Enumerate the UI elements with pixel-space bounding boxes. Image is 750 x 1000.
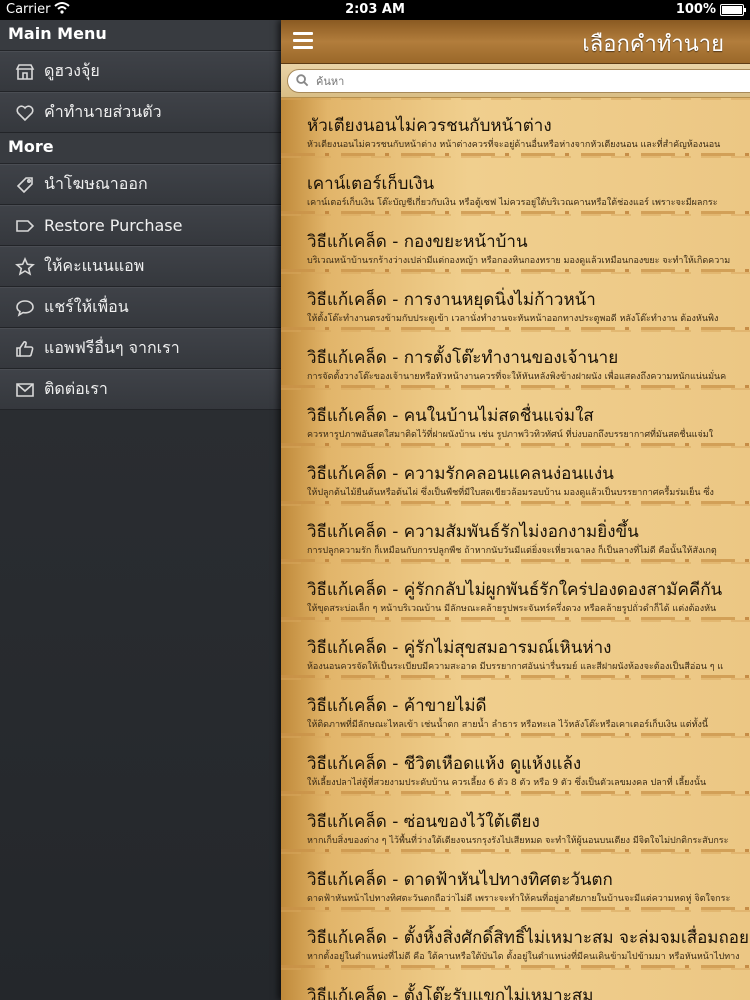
list-item-title: วิธีแก้เคล็ด - ค้าขายไม่ดี — [307, 696, 487, 716]
sidebar-item-share[interactable]: แชร์ให้เพื่อน — [0, 287, 281, 328]
list-item-subtitle: บริเวณหน้าบ้านรกร้างว่างเปล่ามีแต่กองหญ้… — [307, 256, 731, 266]
navigation-bar: เลือกคำทำนาย — [281, 20, 750, 64]
list-item-subtitle: หากเก็บสิ่งของต่าง ๆ ไว้พื้นที่ว่างใต้เต… — [307, 836, 729, 846]
list-item[interactable]: วิธีแก้เคล็ด - กองขยะหน้าบ้านบริเวณหน้าบ… — [281, 214, 750, 272]
sidebar-item-feng-shui[interactable]: ดูฮวงจุ้ย — [0, 51, 281, 92]
tag-icon — [14, 174, 36, 196]
list-item-subtitle: ให้เลี้ยงปลาไส่ตู้ที่สวยงามประดับบ้าน คว… — [307, 778, 707, 788]
heart-icon — [14, 102, 36, 124]
list-item-subtitle: การจัดตั้งวางโต๊ะของเจ้านายหรือหัวหน้างา… — [307, 372, 727, 382]
main-panel: เลือกคำทำนาย หัวเตียงนอนไม่ควรชนกับหน้าต… — [281, 20, 750, 1000]
list-item-title: วิธีแก้เคล็ด - ตั้งหิ้งสิ่งศักดิ์สิทธิ์ไ… — [307, 928, 749, 948]
list-item-title: วิธีแก้เคล็ด - คู่รักไม่สุขสมอารมณ์เหินห… — [307, 638, 612, 658]
list-item[interactable]: วิธีแก้เคล็ด - คู่รักไม่สุขสมอารมณ์เหินห… — [281, 620, 750, 678]
list-item-subtitle: การปลูกความรัก ก็เหมือนกับการปลูกพืช ถ้า… — [307, 546, 717, 556]
search-icon — [296, 74, 309, 87]
list-item[interactable]: วิธีแก้เคล็ด - ซ่อนของไว้ใต้เตียงหากเก็บ… — [281, 794, 750, 852]
more-header: More — [0, 133, 281, 164]
sidebar-item-rate-app[interactable]: ให้คะแนนแอพ — [0, 246, 281, 287]
list-item[interactable]: วิธีแก้เคล็ด - ชีวิตเหือดแห้ง ดูแห้งแล้ง… — [281, 736, 750, 794]
list-item-title: วิธีแก้เคล็ด - ซ่อนของไว้ใต้เตียง — [307, 812, 540, 832]
list-item[interactable]: วิธีแก้เคล็ด - ความรักคลอนแคลนง่อนแง่นให… — [281, 446, 750, 504]
sidebar-item-remove-ads[interactable]: นำโฆษณาออก — [0, 164, 281, 205]
thumbs-up-icon — [14, 338, 36, 360]
list-item[interactable]: วิธีแก้เคล็ด - การงานหยุดนิ่งไม่ก้าวหน้า… — [281, 272, 750, 330]
main-menu-header: Main Menu — [0, 20, 281, 51]
star-icon — [14, 256, 36, 278]
sidebar-item-label: นำโฆษณาออก — [44, 174, 148, 193]
list-item-subtitle: หัวเตียงนอนไม่ควรชนกับหน้าต่าง หน้าต่างค… — [307, 140, 721, 150]
list-item-title: วิธีแก้เคล็ด - คู่รักกลับไม่ผูกพันธ์รักใ… — [307, 580, 723, 600]
sidebar-item-label: คำทำนายส่วนตัว — [44, 102, 162, 121]
list-item-title: วิธีแก้เคล็ด - ตั้งโต๊ะรับแขกไม่เหมาะสม — [307, 986, 594, 1000]
list-item[interactable]: วิธีแก้เคล็ด - ตั้งหิ้งสิ่งศักดิ์สิทธิ์ไ… — [281, 910, 750, 968]
list-item-title: วิธีแก้เคล็ด - ความสัมพันธ์รักไม่งอกงามย… — [307, 522, 639, 542]
page-title: เลือกคำทำนาย — [582, 32, 724, 57]
sidebar-item-contact[interactable]: ติดต่อเรา — [0, 369, 281, 410]
prediction-list: หัวเตียงนอนไม่ควรชนกับหน้าต่างหัวเตียงนอ… — [281, 98, 750, 1000]
clock: 2:03 AM — [345, 2, 405, 17]
battery-icon — [720, 4, 746, 16]
sidebar-item-other-apps[interactable]: แอพฟรีอื่นๆ จากเรา — [0, 328, 281, 369]
list-item-title: หัวเตียงนอนไม่ควรชนกับหน้าต่าง — [307, 116, 552, 136]
list-item-title: วิธีแก้เคล็ด - คนในบ้านไม่สดชื่นแจ่มใส — [307, 406, 594, 426]
list-item-subtitle: ให้ติดภาพที่มีลักษณะไหลเข้า เช่นน้ำตก สา… — [307, 720, 709, 730]
sidebar-item-restore-purchase[interactable]: Restore Purchase — [0, 205, 281, 246]
list-item-title: วิธีแก้เคล็ด - การงานหยุดนิ่งไม่ก้าวหน้า — [307, 290, 596, 310]
envelope-icon — [14, 379, 36, 401]
list-item-title: เคาน์เตอร์เก็บเงิน — [307, 174, 435, 194]
list-item-title: วิธีแก้เคล็ด - กองขยะหน้าบ้าน — [307, 232, 528, 252]
sidebar-item-label: แชร์ให้เพื่อน — [44, 297, 129, 316]
list-item-subtitle: ให้ปลูกต้นไม้ยืนต้นหรือต้นไผ่ ซึ่งเป็นพื… — [307, 488, 714, 498]
battery-percent: 100% — [675, 2, 716, 17]
list-item[interactable]: วิธีแก้เคล็ด - ความสัมพันธ์รักไม่งอกงามย… — [281, 504, 750, 562]
search-input[interactable] — [314, 72, 718, 90]
status-bar: Carrier 2:03 AM 100% — [0, 0, 750, 20]
list-item-subtitle: ดาดฟ้าหันหน้าไปทางทิศตะวันตกถือว่าไม่ดี … — [307, 894, 731, 904]
list-item-subtitle: ควรหารูปภาพอันสดใสมาติดไว้ที่ฝาผนังบ้าน … — [307, 430, 714, 440]
sidebar-item-personal-prediction[interactable]: คำทำนายส่วนตัว — [0, 92, 281, 133]
sidebar-item-label: ดูฮวงจุ้ย — [44, 61, 100, 80]
list-item-title: วิธีแก้เคล็ด - ดาดฟ้าหันไปทางทิศตะวันตก — [307, 870, 613, 890]
sidebar-item-label: ติดต่อเรา — [44, 379, 108, 398]
sidebar-item-label: Restore Purchase — [44, 216, 183, 235]
list-item-subtitle: เคาน์เตอร์เก็บเงิน โต๊ะบัญชีเกี่ยวกับเงิ… — [307, 198, 718, 208]
label-icon — [14, 215, 36, 237]
list-item[interactable]: วิธีแก้เคล็ด - การตั้งโต๊ะทำงานของเจ้านา… — [281, 330, 750, 388]
list-item-title: วิธีแก้เคล็ด - ความรักคลอนแคลนง่อนแง่น — [307, 464, 614, 484]
list-item[interactable]: หัวเตียงนอนไม่ควรชนกับหน้าต่างหัวเตียงนอ… — [281, 98, 750, 156]
list-item[interactable]: เคาน์เตอร์เก็บเงินเคาน์เตอร์เก็บเงิน โต๊… — [281, 156, 750, 214]
list-item-subtitle: ห้องนอนควรจัดให้เป็นระเบียบมีความสะอาด ม… — [307, 662, 724, 672]
list-item-subtitle: หากตั้งอยู่ในตำแหน่งที่ไม่ดี คือ ใต้คานห… — [307, 952, 740, 962]
list-item[interactable]: วิธีแก้เคล็ด - ค้าขายไม่ดีให้ติดภาพที่มี… — [281, 678, 750, 736]
list-item-subtitle: ให้ขุดสระบ่อเล็ก ๆ หน้าบริเวณบ้าน มีลักษ… — [307, 604, 717, 614]
hamburger-icon[interactable] — [293, 32, 313, 50]
sidebar: Main Menu ดูฮวงจุ้ย คำทำนายส่วนตัว More … — [0, 20, 281, 1000]
sidebar-item-label: ให้คะแนนแอพ — [44, 256, 145, 275]
chat-bubble-icon — [14, 297, 36, 319]
list-item-subtitle: ให้ตั้งโต๊ะทำงานตรงข้ามกับประตูเข้า เวลา… — [307, 314, 719, 324]
list-item[interactable]: วิธีแก้เคล็ด - ตั้งโต๊ะรับแขกไม่เหมาะสม — [281, 968, 750, 1000]
list-item-title: วิธีแก้เคล็ด - ชีวิตเหือดแห้ง ดูแห้งแล้ง — [307, 754, 582, 774]
list-item[interactable]: วิธีแก้เคล็ด - ดาดฟ้าหันไปทางทิศตะวันตกด… — [281, 852, 750, 910]
search-bar — [281, 64, 750, 98]
store-icon — [14, 61, 36, 83]
search-field[interactable] — [287, 69, 750, 93]
list-item-title: วิธีแก้เคล็ด - การตั้งโต๊ะทำงานของเจ้านา… — [307, 348, 619, 368]
sidebar-item-label: แอพฟรีอื่นๆ จากเรา — [44, 338, 180, 357]
list-item[interactable]: วิธีแก้เคล็ด - คู่รักกลับไม่ผูกพันธ์รักใ… — [281, 562, 750, 620]
list-item[interactable]: วิธีแก้เคล็ด - คนในบ้านไม่สดชื่นแจ่มใสคว… — [281, 388, 750, 446]
